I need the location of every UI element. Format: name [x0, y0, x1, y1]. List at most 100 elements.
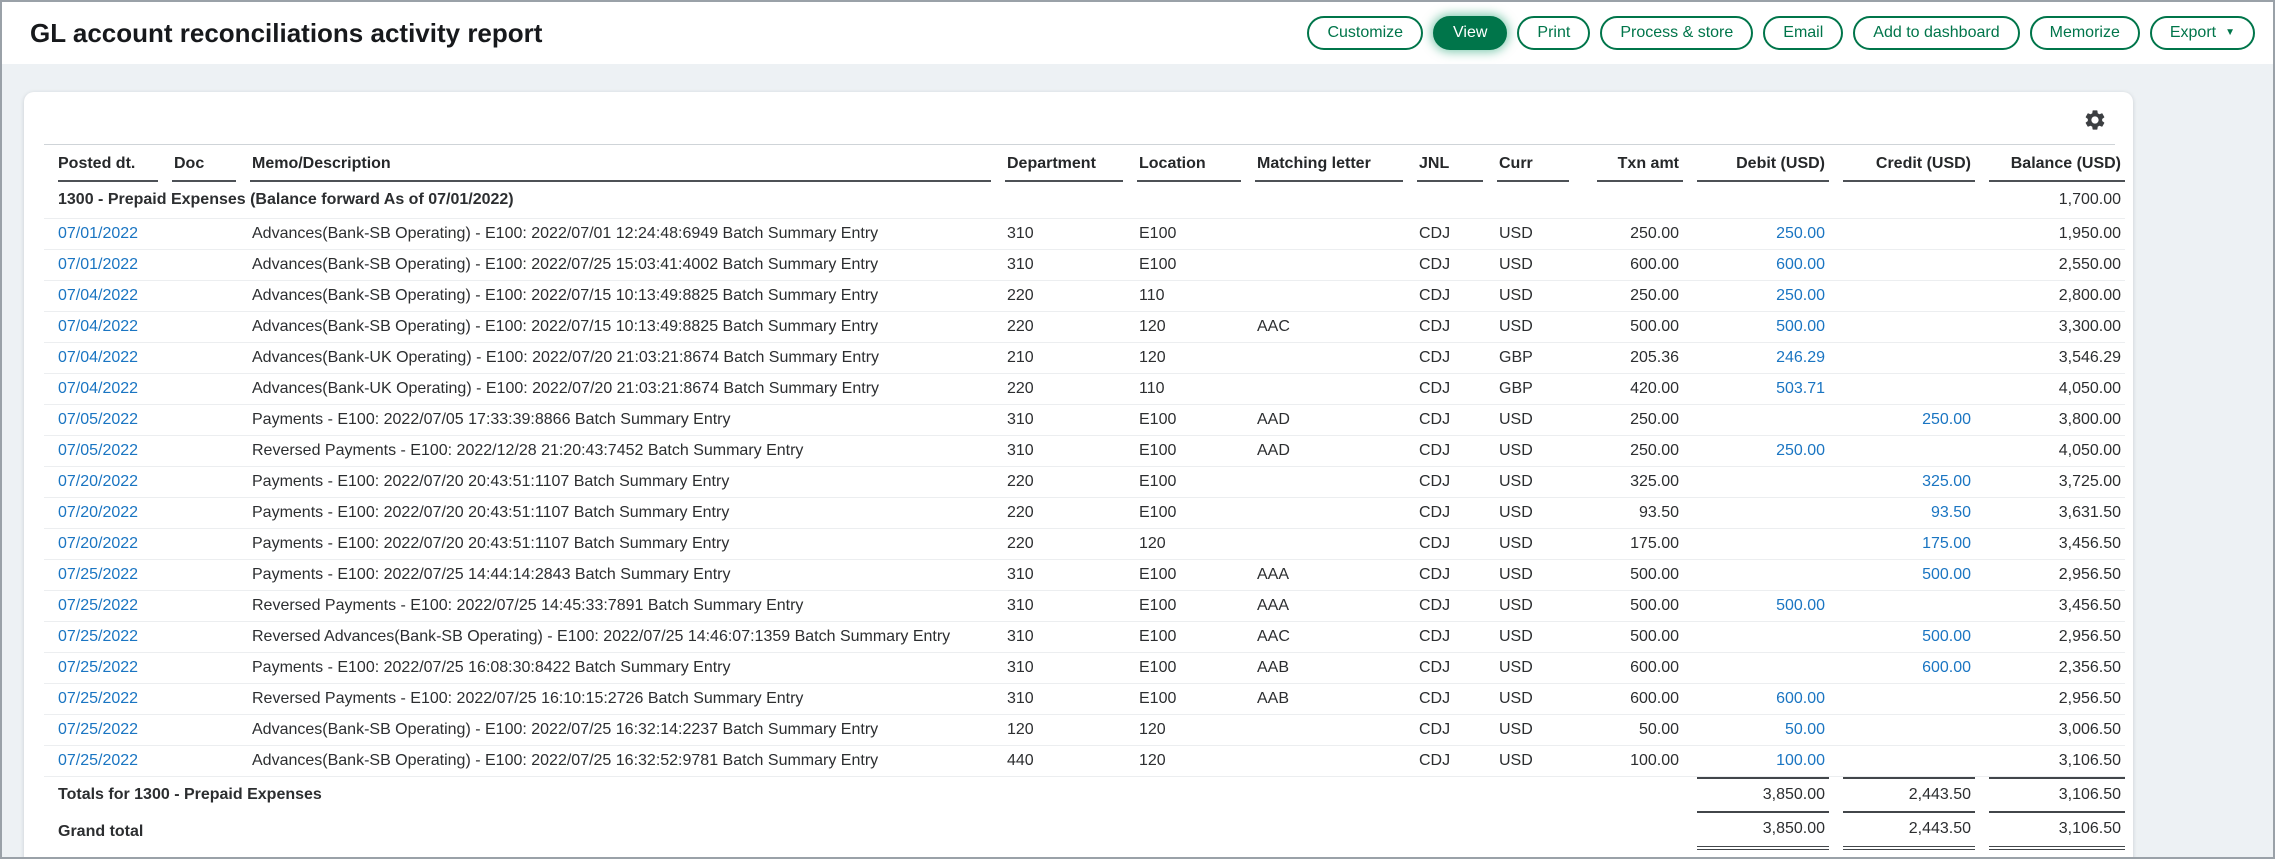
memo-cell: Reversed Payments - E100: 2022/07/25 14:…: [250, 591, 1005, 622]
gear-icon[interactable]: [2083, 108, 2107, 132]
debit-link[interactable]: 100.00: [1683, 746, 1829, 777]
balance-cell: 3,725.00: [1975, 467, 2125, 498]
posted-date-link[interactable]: 07/25/2022: [44, 715, 172, 746]
posted-date-link[interactable]: 07/01/2022: [44, 250, 172, 281]
doc-cell: [172, 622, 250, 653]
doc-cell: [172, 498, 250, 529]
location-cell: E100: [1137, 219, 1255, 250]
credit-link[interactable]: 250.00: [1829, 405, 1975, 436]
memorize-button[interactable]: Memorize: [2030, 16, 2140, 50]
matching-letter-cell: AAA: [1255, 591, 1417, 622]
posted-date-link[interactable]: 07/20/2022: [44, 467, 172, 498]
doc-cell: [172, 653, 250, 684]
customize-button[interactable]: Customize: [1307, 16, 1423, 50]
col-header-location: Location: [1137, 145, 1255, 182]
credit-link[interactable]: 325.00: [1829, 467, 1975, 498]
posted-date-link[interactable]: 07/20/2022: [44, 498, 172, 529]
export-button[interactable]: Export ▼: [2150, 16, 2255, 50]
memo-cell: Advances(Bank-SB Operating) - E100: 2022…: [250, 281, 1005, 312]
department-cell: 310: [1005, 250, 1137, 281]
doc-cell: [172, 436, 250, 467]
posted-date-link[interactable]: 07/05/2022: [44, 405, 172, 436]
posted-date-link[interactable]: 07/05/2022: [44, 436, 172, 467]
email-button[interactable]: Email: [1763, 16, 1843, 50]
process-and-store-button[interactable]: Process & store: [1600, 16, 1753, 50]
department-cell: 310: [1005, 560, 1137, 591]
gl-report-screen: GL account reconciliations activity repo…: [0, 0, 2275, 859]
credit-link[interactable]: 175.00: [1829, 529, 1975, 560]
debit-link[interactable]: 250.00: [1683, 219, 1829, 250]
memo-cell: Advances(Bank-UK Operating) - E100: 2022…: [250, 374, 1005, 405]
department-cell: 440: [1005, 746, 1137, 777]
posted-date-link[interactable]: 07/25/2022: [44, 684, 172, 715]
department-cell: 310: [1005, 405, 1137, 436]
doc-cell: [172, 684, 250, 715]
location-cell: E100: [1137, 653, 1255, 684]
txn-amt-cell: 500.00: [1583, 560, 1683, 591]
balance-cell: 4,050.00: [1975, 374, 2125, 405]
posted-date-link[interactable]: 07/04/2022: [44, 312, 172, 343]
department-cell: 310: [1005, 622, 1137, 653]
group-header-row: 1300 - Prepaid Expenses (Balance forward…: [44, 182, 2125, 219]
doc-cell: [172, 405, 250, 436]
debit-link[interactable]: 250.00: [1683, 436, 1829, 467]
jnl-cell: CDJ: [1417, 684, 1497, 715]
posted-date-link[interactable]: 07/25/2022: [44, 746, 172, 777]
debit-link[interactable]: 250.00: [1683, 281, 1829, 312]
posted-date-link[interactable]: 07/04/2022: [44, 281, 172, 312]
posted-date-link[interactable]: 07/25/2022: [44, 653, 172, 684]
department-cell: 120: [1005, 715, 1137, 746]
debit-link[interactable]: 503.71: [1683, 374, 1829, 405]
posted-date-link[interactable]: 07/04/2022: [44, 374, 172, 405]
credit-link[interactable]: 93.50: [1829, 498, 1975, 529]
debit-link[interactable]: 600.00: [1683, 250, 1829, 281]
jnl-cell: CDJ: [1417, 219, 1497, 250]
col-header-department: Department: [1005, 145, 1137, 182]
matching-letter-cell: AAB: [1255, 653, 1417, 684]
view-button[interactable]: View: [1433, 16, 1507, 50]
posted-date-link[interactable]: 07/25/2022: [44, 560, 172, 591]
matching-letter-cell: [1255, 343, 1417, 374]
memo-cell: Advances(Bank-SB Operating) - E100: 2022…: [250, 250, 1005, 281]
report-table-body: 07/01/2022 Advances(Bank-SB Operating) -…: [44, 219, 2125, 777]
doc-cell: [172, 467, 250, 498]
posted-date-link[interactable]: 07/25/2022: [44, 591, 172, 622]
add-to-dashboard-button[interactable]: Add to dashboard: [1853, 16, 2019, 50]
credit-link: [1829, 591, 1975, 622]
debit-link[interactable]: 600.00: [1683, 684, 1829, 715]
posted-date-link[interactable]: 07/01/2022: [44, 219, 172, 250]
balance-cell: 2,550.00: [1975, 250, 2125, 281]
credit-link[interactable]: 500.00: [1829, 560, 1975, 591]
grand-total-debit: 3,850.00: [1683, 813, 1829, 850]
totals-credit: 2,443.50: [1829, 777, 1975, 814]
doc-cell: [172, 560, 250, 591]
posted-date-link[interactable]: 07/04/2022: [44, 343, 172, 374]
balance-cell: 2,956.50: [1975, 622, 2125, 653]
table-row: 07/04/2022 Advances(Bank-SB Operating) -…: [44, 312, 2125, 343]
print-button[interactable]: Print: [1517, 16, 1590, 50]
totals-row: Totals for 1300 - Prepaid Expenses 3,850…: [44, 777, 2125, 814]
posted-date-link[interactable]: 07/20/2022: [44, 529, 172, 560]
table-row: 07/04/2022 Advances(Bank-SB Operating) -…: [44, 281, 2125, 312]
curr-cell: USD: [1497, 653, 1583, 684]
posted-date-link[interactable]: 07/25/2022: [44, 622, 172, 653]
credit-link[interactable]: 500.00: [1829, 622, 1975, 653]
memo-cell: Payments - E100: 2022/07/20 20:43:51:110…: [250, 498, 1005, 529]
col-header-posted-dt: Posted dt.: [44, 145, 172, 182]
jnl-cell: CDJ: [1417, 405, 1497, 436]
curr-cell: USD: [1497, 560, 1583, 591]
txn-amt-cell: 500.00: [1583, 312, 1683, 343]
debit-link[interactable]: 500.00: [1683, 312, 1829, 343]
matching-letter-cell: [1255, 467, 1417, 498]
credit-link[interactable]: 600.00: [1829, 653, 1975, 684]
debit-link[interactable]: 246.29: [1683, 343, 1829, 374]
matching-letter-cell: AAC: [1255, 622, 1417, 653]
jnl-cell: CDJ: [1417, 622, 1497, 653]
debit-link: [1683, 622, 1829, 653]
txn-amt-cell: 500.00: [1583, 591, 1683, 622]
txn-amt-cell: 600.00: [1583, 684, 1683, 715]
curr-cell: USD: [1497, 715, 1583, 746]
debit-link[interactable]: 500.00: [1683, 591, 1829, 622]
debit-link[interactable]: 50.00: [1683, 715, 1829, 746]
balance-cell: 2,956.50: [1975, 684, 2125, 715]
